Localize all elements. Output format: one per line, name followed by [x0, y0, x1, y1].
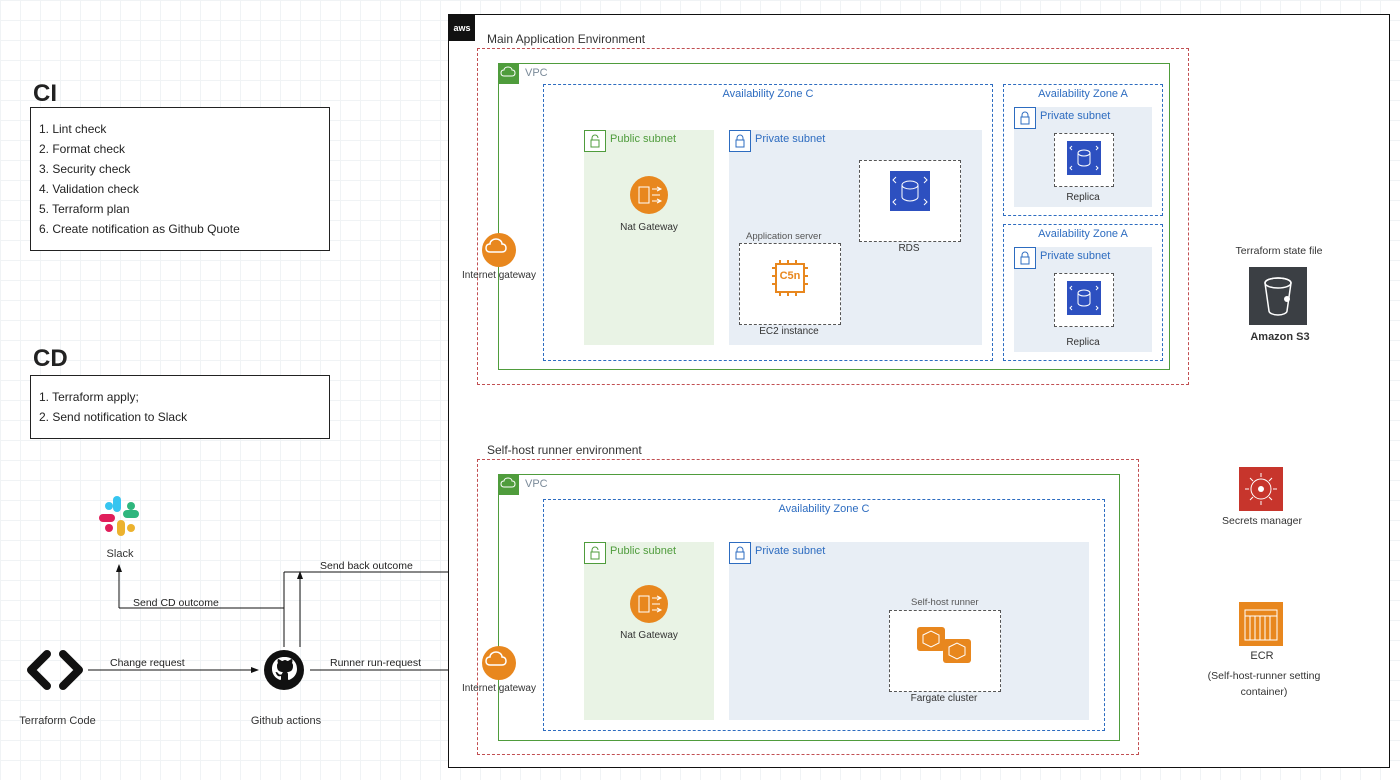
selfhost-vpc: VPC Internet gateway Availability Zone C…: [498, 474, 1120, 741]
rds-lbl: RDS: [859, 243, 959, 254]
s3-icon: [1249, 267, 1307, 330]
vpc-chip-icon: [499, 475, 519, 495]
ec2-lbl: EC2 instance: [739, 326, 839, 337]
selfhost-runner-lbl: Self-host runner: [911, 597, 979, 608]
ig-lbl2: Internet gateway: [454, 683, 544, 694]
internet-gateway-label: Internet gateway: [454, 270, 544, 281]
nat-gateway-icon: [629, 584, 669, 629]
public-subnet-selfhost: Public subnet Nat Gateway: [584, 542, 714, 720]
nat-lbl2: Nat Gateway: [584, 630, 714, 641]
vpc-chip-icon: [499, 64, 519, 84]
ecr-icon: [1239, 602, 1283, 651]
c5n-lbl: C5n: [768, 270, 812, 282]
internet-gateway-icon: [481, 232, 517, 273]
ecr-lbl: ECR: [1209, 650, 1315, 662]
rds-group: [859, 160, 961, 242]
priv-lbl-a2: Private subnet: [1040, 250, 1110, 262]
fargate-icon: [915, 621, 975, 676]
lock-icon: [584, 542, 606, 564]
lock-icon: [1014, 107, 1036, 129]
private-subnet-main: Private subnet RDS Application server C5: [729, 130, 982, 345]
vpc-label: VPC: [525, 67, 548, 79]
selfhost-env: VPC Internet gateway Availability Zone C…: [477, 459, 1139, 755]
replica-icon: [1067, 141, 1101, 175]
main-env-title: Main Application Environment: [487, 32, 645, 46]
s3-lbl: Amazon S3: [1227, 331, 1333, 343]
public-subnet-main: Public subnet Nat Gateway: [584, 130, 714, 345]
public-subnet-lbl: Public subnet: [610, 133, 676, 145]
az-a-lbl2: Availability Zone A: [1004, 228, 1162, 240]
replica-lbl2: Replica: [1014, 337, 1152, 348]
ec2-group: C5n: [739, 243, 841, 325]
selfhost-env-title: Self-host runner environment: [487, 443, 642, 457]
az-c-lbl2: Availability Zone C: [544, 503, 1104, 515]
main-vpc: VPC Internet gateway Availability Zone C…: [498, 63, 1170, 370]
priv-lbl-a1: Private subnet: [1040, 110, 1110, 122]
replica-group-1: [1054, 133, 1114, 187]
main-az-a2: Availability Zone A Private subnet Repli…: [1003, 224, 1163, 361]
main-az-c: Availability Zone C Public subnet Nat Ga…: [543, 84, 993, 361]
arrow-label-runner-request: Runner run-request: [330, 657, 421, 669]
vpc-lbl2: VPC: [525, 478, 548, 490]
az-a-lbl1: Availability Zone A: [1004, 88, 1162, 100]
replica-icon: [1067, 281, 1101, 315]
lock-icon: [729, 130, 751, 152]
appserver-lbl: Application server: [746, 231, 822, 242]
secrets-lbl: Secrets manager: [1209, 515, 1315, 527]
az-c-label: Availability Zone C: [544, 88, 992, 100]
fargate-group: [889, 610, 1001, 692]
ecr-sub-lbl: (Self-host-runner setting container): [1189, 669, 1339, 701]
private-subnet-lbl: Private subnet: [755, 133, 825, 145]
priv-lbl3: Private subnet: [755, 545, 825, 557]
aws-logo-icon: aws: [449, 15, 475, 41]
replica-group-2: [1054, 273, 1114, 327]
aws-cloud: aws Main Application Environment VPC Int…: [448, 14, 1390, 768]
private-subnet-selfhost: Private subnet Self-host runner Fargate …: [729, 542, 1089, 720]
rds-icon: [890, 171, 930, 216]
nat-gateway-icon: [629, 175, 669, 220]
lock-icon: [729, 542, 751, 564]
lock-icon: [584, 130, 606, 152]
fargate-lbl: Fargate cluster: [889, 693, 999, 704]
nat-lbl: Nat Gateway: [584, 222, 714, 233]
replica-lbl1: Replica: [1014, 192, 1152, 203]
pub-lbl2: Public subnet: [610, 545, 676, 557]
private-subnet-a2: Private subnet Replica: [1014, 247, 1152, 352]
ec2-icon: C5n: [768, 256, 812, 305]
main-az-a1: Availability Zone A Private subnet Repli…: [1003, 84, 1163, 216]
lock-icon: [1014, 247, 1036, 269]
internet-gateway-icon: [481, 645, 517, 686]
selfhost-az-c: Availability Zone C Public subnet Nat Ga…: [543, 499, 1105, 731]
tf-state-lbl: Terraform state file: [1224, 245, 1334, 257]
arrow-label-send-back: Send back outcome: [320, 560, 413, 572]
main-env: VPC Internet gateway Availability Zone C…: [477, 48, 1189, 385]
arrow-label-send-cd: Send CD outcome: [133, 597, 219, 609]
secrets-manager-icon: [1239, 467, 1283, 516]
arrow-label-change-request: Change request: [110, 657, 185, 669]
private-subnet-a1: Private subnet Replica: [1014, 107, 1152, 207]
